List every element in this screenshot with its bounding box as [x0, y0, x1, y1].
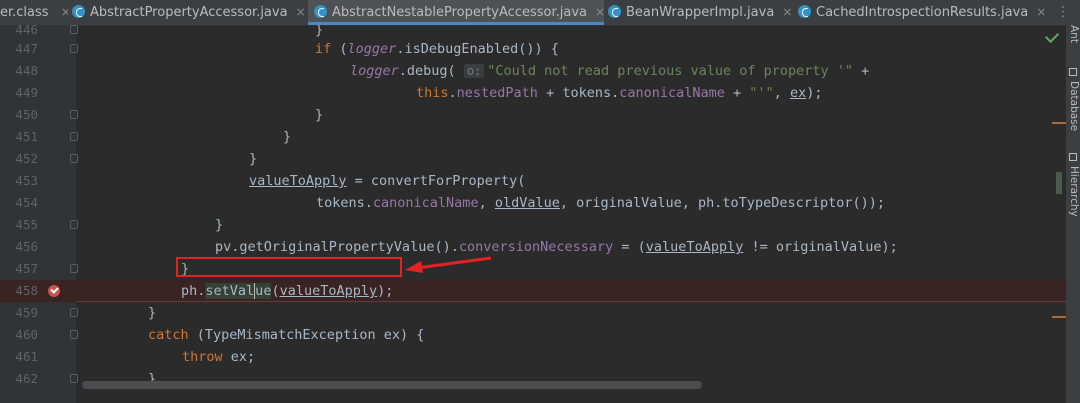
line-code: }: [283, 129, 292, 145]
line-code: }: [249, 151, 258, 167]
tool-ant[interactable]: Ant: [1068, 25, 1080, 43]
fold-marker-icon[interactable]: [70, 308, 78, 317]
line-code: catch (TypeMismatchException ex) {: [148, 327, 425, 343]
tool-hierarchy[interactable]: Hierarchy: [1068, 166, 1080, 217]
code-line: 460 catch (TypeMismatchException ex) {: [0, 324, 1066, 346]
error-stripe-marker[interactable]: [1052, 122, 1066, 124]
fold-marker-icon[interactable]: [70, 110, 78, 119]
tool-database[interactable]: Database: [1068, 81, 1080, 131]
line-number: 461: [15, 349, 38, 364]
java-class-icon: [798, 5, 811, 18]
database-icon[interactable]: [1069, 68, 1077, 76]
code-line: 461 throw ex;: [0, 346, 1066, 368]
fold-marker-icon[interactable]: [70, 154, 78, 163]
breakpoint-line: 458 ph.setValue(valueToApply);: [0, 280, 1066, 302]
line-number: 450: [15, 107, 38, 122]
horizontal-scrollbar[interactable]: [82, 381, 702, 389]
code-line: 452 }: [0, 148, 1066, 170]
line-number: 449: [15, 85, 38, 100]
line-number: 453: [15, 173, 38, 188]
line-code: valueToApply = convertForProperty(: [249, 173, 526, 189]
tab-abstract-nestable-property-accessor[interactable]: AbstractNestablePropertyAccessor.java ×: [308, 0, 604, 25]
line-number: 456: [15, 239, 38, 254]
code-line: 456 pv.getOriginalPropertyValue().conver…: [0, 236, 1066, 258]
close-icon[interactable]: ×: [1036, 5, 1046, 19]
tab-label: CachedIntrospectionResults.java: [816, 5, 1029, 20]
line-code: }: [148, 305, 157, 321]
tab-label: er.class: [0, 5, 49, 20]
line-code: }: [181, 261, 190, 277]
tab-bean-wrapper-impl[interactable]: BeanWrapperImpl.java ×: [608, 0, 792, 25]
error-stripe-marker[interactable]: [1052, 316, 1066, 318]
line-code: throw ex;: [182, 349, 256, 365]
code-line: 457 }: [0, 258, 1066, 280]
fold-marker-icon[interactable]: [70, 220, 78, 229]
close-icon[interactable]: ×: [782, 5, 792, 19]
line-number: 455: [15, 217, 38, 232]
close-icon[interactable]: ×: [595, 5, 604, 19]
java-class-icon: [608, 5, 621, 18]
scroll-position-marker[interactable]: [1056, 172, 1062, 194]
code-line: 450 }: [0, 104, 1066, 126]
fold-marker-icon[interactable]: [70, 330, 78, 339]
code-line: 451 }: [0, 126, 1066, 148]
tab-class-file[interactable]: er.class ×: [0, 0, 68, 25]
code-editor[interactable]: 446 } 447 if (logger.isDebugEnabled()) {…: [0, 25, 1066, 403]
code-line: 449 this.nestedPath + tokens.canonicalNa…: [0, 82, 1066, 104]
tab-overflow-icon[interactable]: ⋮: [1056, 0, 1070, 25]
line-number: 459: [15, 305, 38, 320]
line-number: 458: [15, 283, 38, 298]
annotation-arrow-icon: [405, 256, 492, 273]
code-line: 455 }: [0, 214, 1066, 236]
breakpoint-icon[interactable]: [48, 285, 60, 297]
fold-marker-icon[interactable]: [70, 132, 78, 141]
line-code: this.nestedPath + tokens.canonicalName +…: [416, 85, 823, 101]
line-number: 462: [15, 371, 38, 386]
close-icon[interactable]: ×: [296, 5, 306, 19]
line-number: 457: [15, 261, 38, 276]
hierarchy-icon[interactable]: [1069, 153, 1077, 161]
line-code: ph.setValue(valueToApply);: [181, 283, 394, 299]
tab-label: AbstractNestablePropertyAccessor.java: [332, 5, 587, 20]
tab-abstract-property-accessor[interactable]: AbstractPropertyAccessor.java ×: [72, 0, 306, 25]
code-line: 454 tokens.canonicalName, oldValue, orig…: [0, 192, 1066, 214]
editor-tab-bar: er.class × AbstractPropertyAccessor.java…: [0, 0, 1080, 26]
fold-marker-icon[interactable]: [70, 264, 78, 273]
line-code: logger.debug( o: "Could not read previous…: [350, 63, 870, 79]
code-line: 459 }: [0, 302, 1066, 324]
close-icon[interactable]: ×: [61, 5, 68, 19]
line-number: 460: [15, 327, 38, 342]
tab-label: BeanWrapperImpl.java: [626, 5, 775, 20]
line-code: tokens.canonicalName, oldValue, original…: [316, 195, 885, 211]
fold-marker-icon[interactable]: [70, 374, 78, 383]
java-class-icon: [314, 5, 327, 18]
java-class-icon: [72, 5, 85, 18]
line-number: 452: [15, 151, 38, 166]
tab-label: AbstractPropertyAccessor.java: [90, 5, 288, 20]
line-code: if (logger.isDebugEnabled()) {: [315, 41, 559, 57]
line-code: }: [215, 217, 224, 233]
fold-marker-icon[interactable]: [70, 44, 78, 53]
line-code: }: [315, 107, 324, 123]
highlight-box: [176, 257, 402, 277]
code-line: 453 valueToApply = convertForProperty(: [0, 170, 1066, 192]
tab-cached-introspection-results[interactable]: CachedIntrospectionResults.java ×: [798, 0, 1058, 25]
fold-marker-icon[interactable]: [70, 25, 78, 34]
line-number: 447: [15, 41, 38, 56]
line-number: 451: [15, 129, 38, 144]
code-line: 448 logger.debug( o: "Could not read prev…: [0, 60, 1066, 82]
line-number: 448: [15, 63, 38, 78]
line-number: 454: [15, 195, 38, 210]
code-line: 447 if (logger.isDebugEnabled()) {: [0, 38, 1066, 60]
right-tool-strip: Ant Database Hierarchy: [1066, 25, 1080, 403]
